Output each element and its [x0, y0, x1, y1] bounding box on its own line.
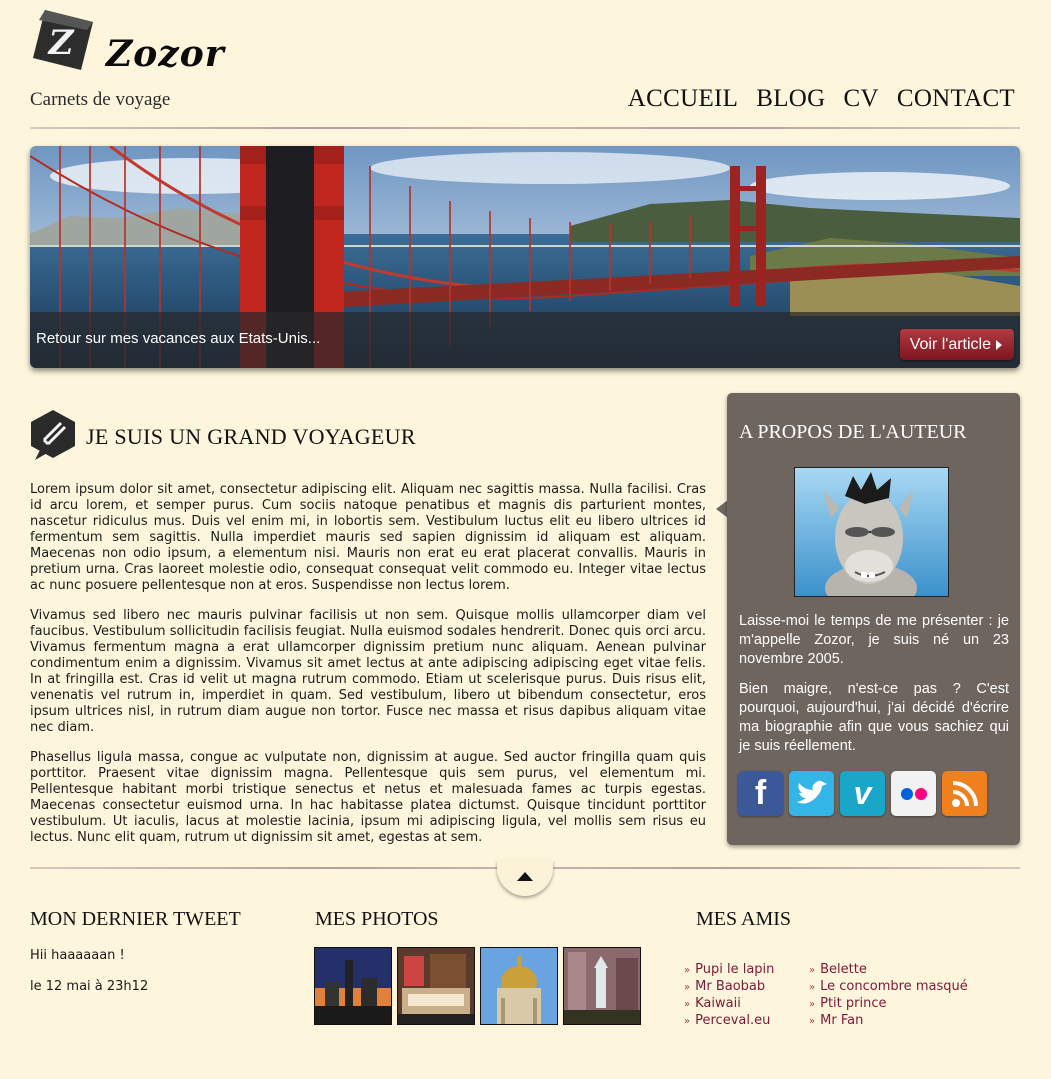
logo-icon[interactable]: Z	[31, 8, 95, 72]
friend-link[interactable]: Perceval.eu	[695, 1013, 770, 1028]
list-item: » Le concombre masqué	[809, 979, 968, 996]
hero-banner: Retour sur mes vacances aux Etats-Unis..…	[30, 146, 1020, 368]
photos-section-title: MES PHOTOS	[315, 908, 439, 930]
bullet-chevron-icon: »	[809, 982, 816, 993]
friend-link[interactable]: Le concombre masqué	[820, 979, 968, 994]
vimeo-link[interactable]: v	[840, 771, 885, 816]
list-item: » Pupi le lapin	[684, 962, 774, 979]
tweet-text: Hii haaaaaan !	[30, 948, 125, 963]
facebook-icon: f	[754, 774, 767, 812]
bullet-chevron-icon: »	[684, 999, 691, 1010]
bullet-chevron-icon: »	[809, 1016, 816, 1027]
twitter-icon	[789, 771, 834, 816]
photo-thumbnail[interactable]	[397, 947, 475, 1025]
bullet-chevron-icon: »	[684, 965, 691, 976]
vimeo-icon: v	[853, 775, 872, 811]
article-badge-icon	[31, 410, 75, 460]
friends-list-2: » Belette » Le concombre masqué » Ptit prin…	[809, 962, 968, 1030]
friends-list-1: » Pupi le lapin » Mr Baobab » Kaiwaii » Perc…	[684, 962, 774, 1030]
svg-text:Z: Z	[47, 23, 75, 63]
social-links: f v	[738, 771, 987, 816]
list-item: » Kaiwaii	[684, 996, 774, 1013]
article-title: JE SUIS UN GRAND VOYAGEUR	[86, 424, 416, 449]
about-text: Laisse-moi le temps de me présenter : je…	[739, 612, 1009, 767]
banner-caption-bar: Retour sur mes vacances aux Etats-Unis..…	[30, 312, 1020, 368]
friend-link[interactable]: Belette	[820, 962, 867, 977]
photo-thumbnail[interactable]	[314, 947, 392, 1025]
photo-thumbnail[interactable]	[480, 947, 558, 1025]
nav-contact[interactable]: CONTACT	[897, 85, 1015, 113]
photo-thumbnail[interactable]	[563, 947, 641, 1025]
friend-link[interactable]: Kaiwaii	[695, 996, 741, 1011]
about-author-box: A PROPOS DE L'AUTEUR Laisse-moi le temps…	[727, 393, 1020, 845]
site-name[interactable]: Zozor	[106, 36, 225, 72]
list-item: » Perceval.eu	[684, 1013, 774, 1030]
list-item: » Ptit prince	[809, 996, 968, 1013]
nav-blog[interactable]: BLOG	[756, 85, 825, 113]
friends-section-title: MES AMIS	[696, 908, 792, 930]
tweet-date: le 12 mai à 23h12	[30, 979, 149, 994]
tweet-section-title: MON DERNIER TWEET	[30, 908, 241, 930]
article-paragraph: Phasellus ligula massa, congue ac vulput…	[30, 750, 706, 845]
bullet-chevron-icon: »	[684, 1016, 691, 1027]
bullet-chevron-icon: »	[809, 965, 816, 976]
flickr-link[interactable]	[891, 771, 936, 816]
bullet-chevron-icon: »	[809, 999, 816, 1010]
back-to-top-button[interactable]	[497, 860, 553, 896]
photo-gallery	[314, 947, 641, 1025]
bullet-chevron-icon: »	[684, 982, 691, 993]
list-item: » Mr Baobab	[684, 979, 774, 996]
play-arrow-icon	[996, 339, 1002, 350]
about-paragraph: Bien maigre, n'est-ce pas ? C'est pourqu…	[739, 681, 1009, 754]
list-item: » Mr Fan	[809, 1013, 968, 1030]
nav-cv[interactable]: CV	[844, 85, 879, 113]
about-paragraph: Laisse-moi le temps de me présenter : je…	[739, 613, 1009, 667]
header-divider	[30, 127, 1020, 129]
main-nav: ACCUEIL BLOG CV CONTACT	[628, 85, 1015, 113]
friend-link[interactable]: Mr Fan	[820, 1013, 863, 1028]
rss-icon	[942, 771, 987, 816]
nav-accueil[interactable]: ACCUEIL	[628, 85, 738, 113]
list-item: » Belette	[809, 962, 968, 979]
friend-link[interactable]: Pupi le lapin	[695, 962, 774, 977]
article-body: Lorem ipsum dolor sit amet, consectetur …	[30, 482, 706, 860]
twitter-link[interactable]	[789, 771, 834, 816]
article-paragraph: Lorem ipsum dolor sit amet, consectetur …	[30, 482, 706, 593]
author-avatar	[794, 467, 949, 597]
about-title: A PROPOS DE L'AUTEUR	[739, 421, 967, 443]
site-tagline: Carnets de voyage	[30, 89, 171, 110]
friend-link[interactable]: Ptit prince	[820, 996, 886, 1011]
rss-link[interactable]	[942, 771, 987, 816]
article-paragraph: Vivamus sed libero nec mauris pulvinar f…	[30, 608, 706, 735]
flickr-icon	[891, 771, 936, 816]
facebook-link[interactable]: f	[738, 771, 783, 816]
read-article-label: Voir l'article	[909, 336, 991, 353]
read-article-button[interactable]: Voir l'article	[899, 329, 1014, 360]
arrow-up-icon	[517, 872, 533, 881]
banner-caption: Retour sur mes vacances aux Etats-Unis..…	[36, 330, 321, 347]
friend-link[interactable]: Mr Baobab	[695, 979, 765, 994]
